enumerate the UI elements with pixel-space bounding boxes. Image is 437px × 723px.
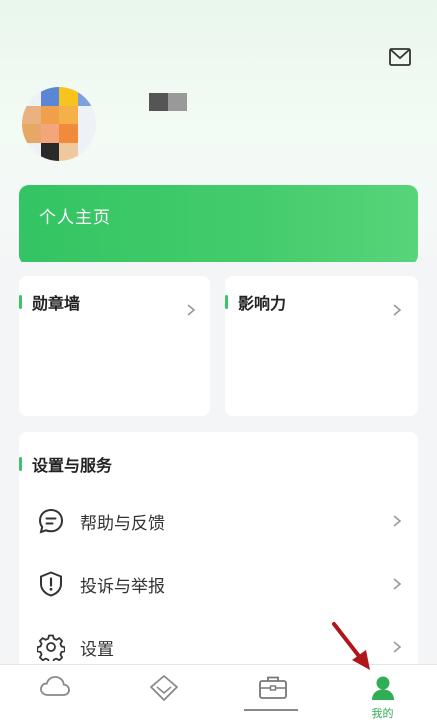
influence-label: 影响力 — [238, 296, 287, 313]
complaint-report-row[interactable]: 投诉与举报 — [19, 553, 418, 615]
influence-title: 影响力 — [225, 290, 287, 314]
accent-bar — [19, 295, 22, 309]
avatar[interactable] — [22, 87, 96, 161]
mail-button[interactable] — [388, 46, 412, 68]
diamond-icon — [149, 675, 178, 701]
personal-homepage-card[interactable]: 个人主页 — [19, 185, 418, 265]
tab-cloud[interactable] — [0, 665, 109, 723]
person-icon — [371, 676, 394, 700]
medal-wall-card[interactable]: 勋章墙 — [19, 276, 210, 416]
tab-briefcase[interactable] — [218, 665, 327, 723]
shield-alert-icon — [40, 571, 62, 597]
accent-bar — [19, 457, 22, 471]
tab-mine[interactable]: 我的 — [328, 665, 437, 723]
bottom-tab-bar: 我的 — [0, 664, 437, 723]
chevron-right-icon — [393, 578, 402, 590]
settings-label: 设置 — [80, 639, 114, 659]
chevron-right-icon — [187, 304, 196, 316]
help-feedback-label: 帮助与反馈 — [80, 513, 165, 533]
settings-services-label: 设置与服务 — [32, 458, 113, 475]
tab-diamond[interactable] — [109, 665, 218, 723]
tab-mine-label: 我的 — [371, 708, 394, 720]
chat-help-icon — [38, 508, 64, 534]
cloud-icon — [39, 676, 70, 696]
influence-card[interactable]: 影响力 — [225, 276, 418, 416]
accent-bar — [225, 295, 228, 309]
username-masked — [149, 93, 187, 111]
medal-wall-title: 勋章墙 — [19, 290, 81, 314]
mail-icon — [389, 48, 411, 66]
annotation-arrow-icon — [332, 622, 370, 670]
gear-icon — [37, 634, 65, 661]
chevron-right-icon — [393, 304, 402, 316]
personal-homepage-label: 个人主页 — [39, 208, 111, 227]
chevron-right-icon — [393, 641, 402, 653]
chevron-right-icon — [393, 515, 402, 527]
settings-services-title: 设置与服务 — [19, 452, 113, 476]
briefcase-icon — [258, 676, 287, 699]
help-feedback-row[interactable]: 帮助与反馈 — [19, 490, 418, 552]
content-sheet: 勋章墙 影响力 设置与服务 帮助与反馈 投诉与举报 设置 — [0, 262, 437, 672]
medal-wall-label: 勋章墙 — [32, 296, 81, 313]
complaint-report-label: 投诉与举报 — [80, 576, 165, 596]
home-indicator — [244, 709, 298, 711]
